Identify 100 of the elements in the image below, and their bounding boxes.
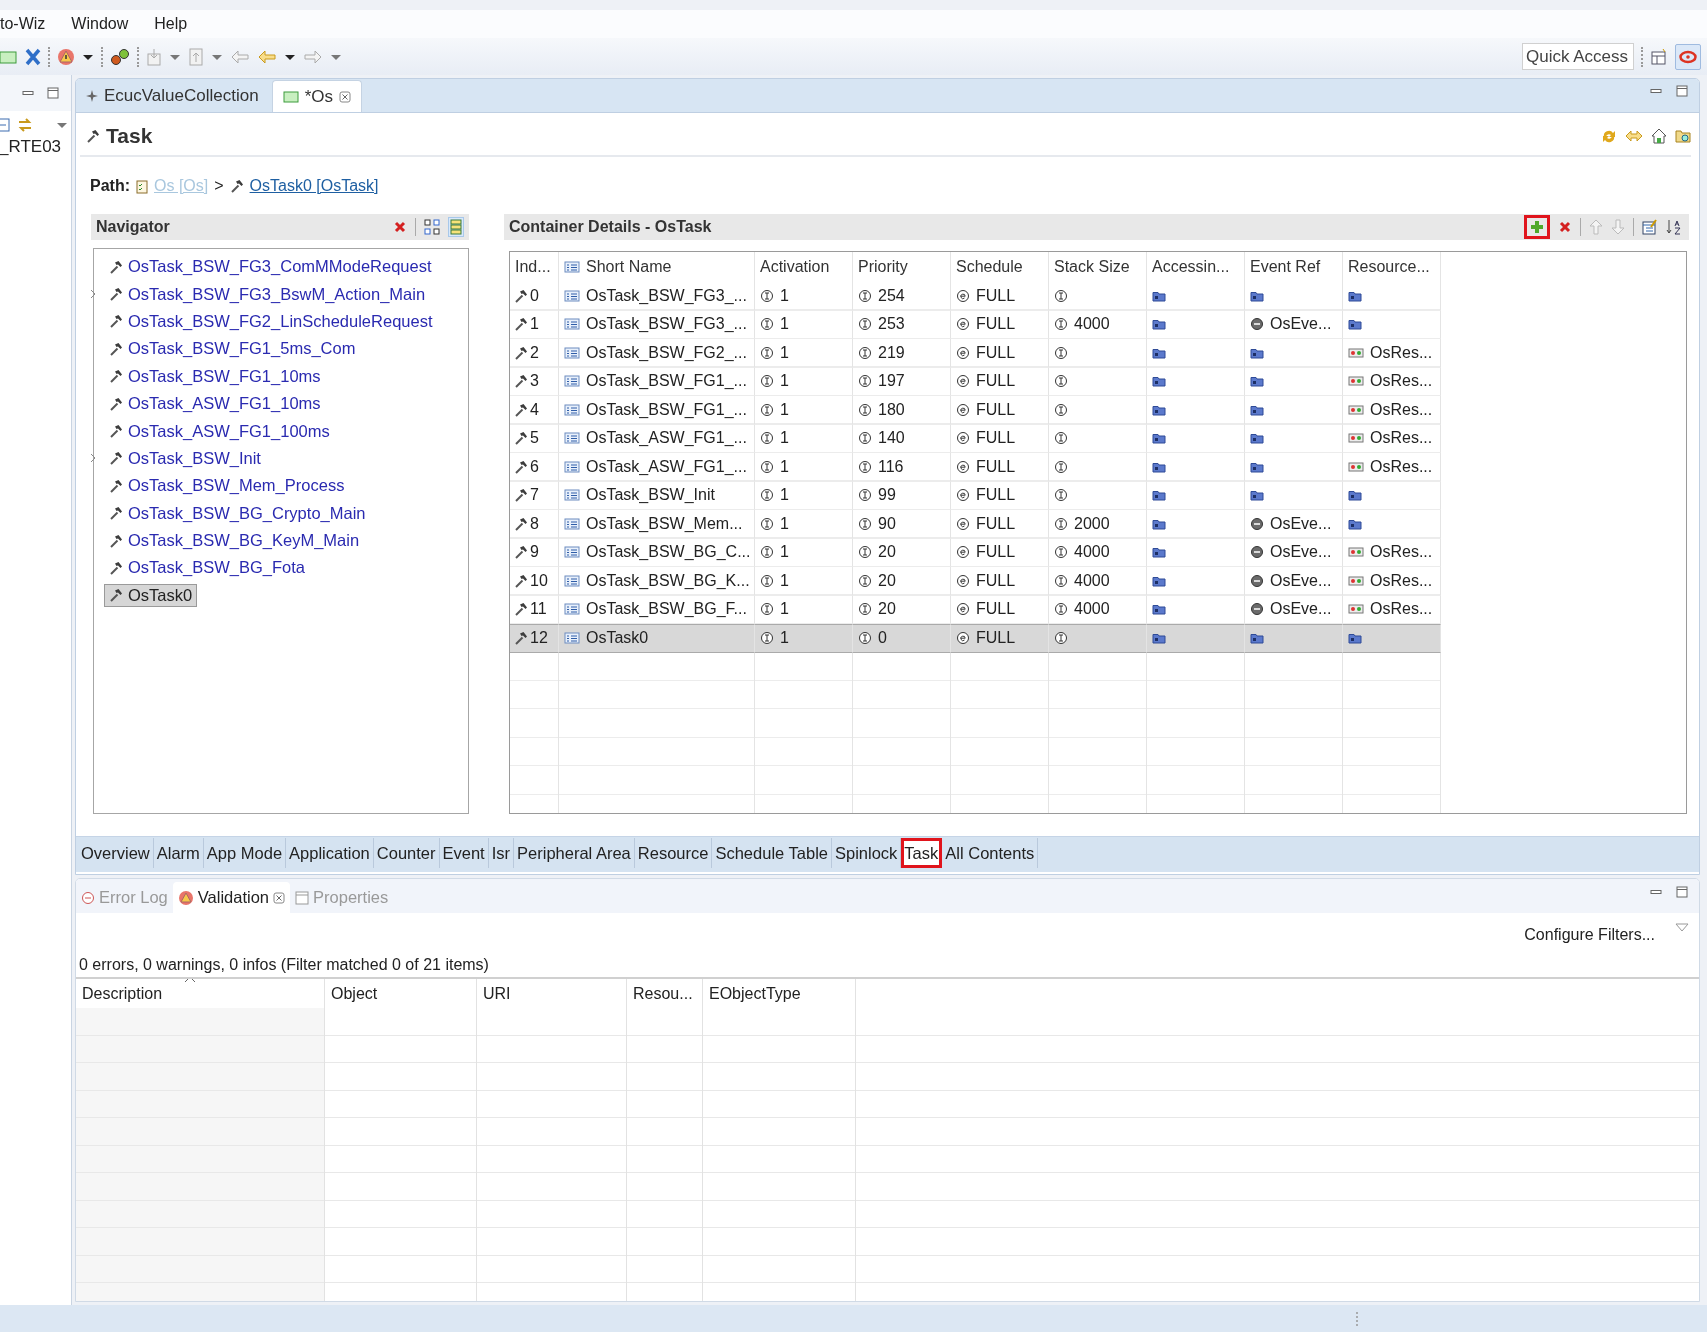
table-row[interactable]: 7 OsTask_BSW_Init 1 99 FULL: [510, 481, 1441, 510]
circled-e-icon: [956, 488, 970, 503]
circled-i-icon: [858, 402, 872, 417]
configure-filters-link[interactable]: Configure Filters...: [1524, 926, 1655, 944]
table-row[interactable]: 10 OsTask_BSW_BG_K... 1 20 FULL 4000 OsEve... OsRes...: [510, 567, 1441, 596]
chevron-right-icon[interactable]: [89, 289, 97, 300]
collapse-all-icon[interactable]: [0, 118, 10, 132]
page-tab[interactable]: Peripheral Area: [514, 838, 635, 868]
tree-item[interactable]: OsTask_ASW_FG1_100ms: [88, 418, 336, 444]
column-header[interactable]: Schedule: [951, 252, 1049, 282]
view-tab[interactable]: Validation: [172, 882, 291, 913]
column-header[interactable]: Short Name: [559, 252, 755, 282]
layout-toggle-button[interactable]: [448, 217, 464, 237]
tree-item[interactable]: OsTask_BSW_BG_Fota: [88, 555, 311, 581]
grip-icon[interactable]: [1355, 1310, 1359, 1327]
tools-icon[interactable]: [25, 47, 41, 66]
maximize-icon[interactable]: [1675, 83, 1689, 98]
page-tab[interactable]: Isr: [488, 838, 515, 868]
editor-tab[interactable]: EcucValueCollection: [76, 80, 269, 112]
table-row[interactable]: 0 OsTask_BSW_FG3_... 1 254 FULL: [510, 282, 1441, 311]
tree-icon[interactable]: [424, 219, 440, 235]
quick-access-field[interactable]: Quick Access: [1522, 43, 1634, 70]
page-tab[interactable]: Alarm: [153, 838, 204, 868]
page-tab[interactable]: Overview: [78, 838, 154, 868]
tree-item[interactable]: OsTask_BSW_Mem_Process: [88, 473, 351, 499]
maximize-icon[interactable]: [46, 86, 60, 100]
tree-item[interactable]: OsTask_BSW_BG_KeyM_Main: [88, 528, 366, 554]
table-cell: 1: [755, 538, 853, 567]
menu-item[interactable]: Window: [69, 15, 131, 33]
path-link[interactable]: OsTask0 [OsTask]: [249, 177, 379, 195]
table-cell: 6: [510, 453, 559, 482]
link-icon[interactable]: [16, 117, 34, 133]
menu-item[interactable]: to-Wiz: [0, 15, 48, 33]
forward-arrow-icon[interactable]: [303, 48, 323, 65]
column-header[interactable]: Event Ref: [1245, 252, 1343, 282]
sync-icon[interactable]: [1601, 128, 1617, 144]
table-row[interactable]: 1 OsTask_BSW_FG3_... 1 253 FULL 4000 OsEve...: [510, 310, 1441, 339]
table-row[interactable]: 12 OsTask0 1 0 FULL: [510, 624, 1441, 653]
column-header[interactable]: Ind...: [510, 252, 559, 282]
table-row[interactable]: 4 OsTask_BSW_FG1_... 1 180 FULL OsRes...: [510, 396, 1441, 425]
column-header[interactable]: Priority: [853, 252, 951, 282]
back-arrow-icon[interactable]: [230, 48, 250, 65]
tree-item[interactable]: OsTask_ASW_FG1_10ms: [88, 391, 327, 417]
table-row[interactable]: 2 OsTask_BSW_FG2_... 1 219 FULL OsRes...: [510, 339, 1441, 368]
menu-item[interactable]: Help: [152, 15, 190, 33]
maximize-icon[interactable]: [1675, 885, 1689, 899]
hammer-icon: [514, 374, 528, 389]
table-row[interactable]: 8 OsTask_BSW_Mem... 1 90 FULL 2000 OsEve...: [510, 510, 1441, 539]
add-button[interactable]: [1524, 215, 1550, 239]
close-icon[interactable]: [339, 90, 351, 103]
folder-search-icon[interactable]: [1675, 128, 1691, 144]
column-header[interactable]: Stack Size: [1049, 252, 1147, 282]
tree-item[interactable]: OsTask_BSW_FG3_BswM_Action_Main: [88, 281, 432, 307]
column-header[interactable]: Resource...: [1343, 252, 1441, 282]
table-row[interactable]: 5 OsTask_ASW_FG1_... 1 140 FULL OsRes...: [510, 424, 1441, 453]
page-tab[interactable]: Counter: [373, 838, 440, 868]
circled-i-icon: [1054, 545, 1068, 560]
chip-icon: [1348, 346, 1364, 359]
tree-item[interactable]: OsTask_BSW_BG_Crypto_Main: [88, 500, 372, 526]
gears-icon[interactable]: [110, 47, 130, 66]
edit-icon[interactable]: [1642, 219, 1658, 235]
tree-item[interactable]: OsTask_BSW_FG1_5ms_Com: [88, 336, 362, 362]
view-menu-icon[interactable]: [1675, 923, 1689, 933]
tree-item[interactable]: OsTask_BSW_FG1_10ms: [88, 363, 327, 389]
hammer-icon: [514, 631, 528, 646]
window-icon: [282, 90, 299, 103]
double-arrow-icon[interactable]: [1625, 129, 1643, 143]
page-tab[interactable]: Application: [286, 838, 374, 868]
table-cell: OsRes...: [1343, 567, 1441, 596]
delete-icon[interactable]: [393, 220, 407, 234]
tree-item[interactable]: OsTask_BSW_FG2_LinScheduleRequest: [88, 308, 439, 334]
table-cell: 2000: [1049, 510, 1147, 539]
page-tab[interactable]: Schedule Table: [712, 838, 832, 868]
table-row[interactable]: 3 OsTask_BSW_FG1_... 1 197 FULL OsRes...: [510, 367, 1441, 396]
column-header[interactable]: Activation: [755, 252, 853, 282]
page-tab[interactable]: Task: [901, 838, 943, 868]
home-icon[interactable]: [1651, 128, 1667, 144]
delete-icon[interactable]: [1558, 220, 1572, 234]
close-icon[interactable]: [273, 891, 286, 904]
properties-icon: [295, 890, 310, 905]
table-row[interactable]: 6 OsTask_ASW_FG1_... 1 116 FULL OsRes...: [510, 453, 1441, 482]
tree-item[interactable]: OsTask_BSW_FG3_ComMModeRequest: [88, 254, 438, 280]
page-tab[interactable]: All Contents: [942, 838, 1039, 868]
column-header[interactable]: Accessin...: [1147, 252, 1245, 282]
back-arrow-icon[interactable]: [257, 48, 277, 65]
list-icon: [564, 375, 580, 388]
page-tab[interactable]: Event: [439, 838, 489, 868]
perspective-icon[interactable]: [1650, 47, 1668, 66]
chevron-right-icon[interactable]: [89, 453, 97, 464]
perspective-button[interactable]: [1675, 43, 1701, 70]
sort-icon[interactable]: [1666, 218, 1684, 236]
warning-icon[interactable]: [57, 47, 75, 66]
table-row[interactable]: 9 OsTask_BSW_BG_C... 1 20 FULL 4000 OsEve... OsRes...: [510, 538, 1441, 567]
table-row[interactable]: 11 OsTask_BSW_BG_F... 1 20 FULL 4000 OsEve... OsRes...: [510, 595, 1441, 624]
page-tab[interactable]: App Mode: [203, 838, 287, 868]
circled-i-icon: [760, 374, 774, 389]
editor-tab[interactable]: *Os: [271, 80, 362, 112]
tree-item[interactable]: OsTask_BSW_Init: [88, 445, 267, 471]
chip-icon: [1348, 546, 1364, 559]
page-tab[interactable]: Resource: [634, 838, 713, 868]
